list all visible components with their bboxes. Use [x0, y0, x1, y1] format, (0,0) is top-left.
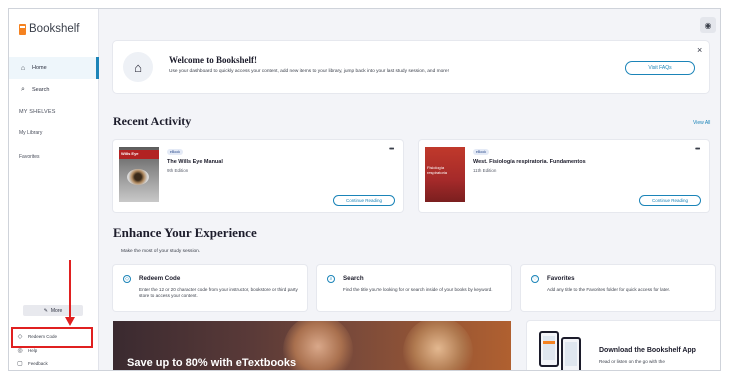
search-icon: ⌕	[327, 275, 335, 283]
more-options-icon[interactable]: •••	[695, 146, 700, 153]
sidebar-item-help[interactable]: ◎ Help	[17, 347, 37, 354]
feature-card-redeem-code[interactable]: ◇ Redeem Code Enter the 12 or 20 charact…	[113, 265, 307, 311]
book-card[interactable]: Fisiología respiratoria eBook West. Fisi…	[419, 140, 709, 212]
my-shelves-header: MY SHELVES	[19, 109, 56, 115]
app-download-card[interactable]: Download the Bookshelf App Read or liste…	[527, 321, 720, 370]
sidebar-item-label: Home	[32, 65, 47, 71]
continue-reading-button[interactable]: Continue Reading	[333, 195, 395, 206]
tag-icon: ◇	[123, 275, 131, 283]
book-cover: Fisiología respiratoria	[425, 147, 465, 202]
home-icon: ⌂	[20, 64, 26, 72]
annotation-arrow-shaft	[69, 260, 71, 320]
feature-title: Search	[343, 275, 364, 282]
sidebar: Bookshelf ⌂ Home ⌕ Search MY SHELVES My …	[9, 9, 99, 370]
book-cover: Wills Eye	[119, 147, 159, 202]
feature-card-favorites[interactable]: ♡ Favorites Add any title to the Favorit…	[521, 265, 715, 311]
app-download-text: Read or listen on the go with the	[599, 359, 665, 364]
phone-icon	[539, 331, 559, 367]
feature-title: Redeem Code	[139, 275, 181, 282]
logo-text: Bookshelf	[29, 23, 80, 35]
account-button[interactable]: ◉	[700, 17, 716, 33]
app-window: Bookshelf ⌂ Home ⌕ Search MY SHELVES My …	[8, 8, 721, 371]
feature-text: Add any title to the Favorites folder fo…	[547, 287, 671, 292]
redeem-code-highlight	[11, 327, 93, 348]
book-title: West. Fisiología respiratoria. Fundament…	[473, 159, 586, 165]
view-all-link[interactable]: View All	[693, 120, 710, 126]
sidebar-item-my-library[interactable]: My Library	[19, 130, 42, 136]
feedback-icon: ▢	[17, 361, 23, 367]
app-logo[interactable]: Bookshelf	[19, 23, 80, 35]
format-badge: eBook	[167, 149, 183, 155]
sidebar-item-favorites[interactable]: Favorites	[19, 154, 40, 160]
sidebar-item-feedback[interactable]: ▢ Feedback	[17, 360, 48, 367]
welcome-text: Use your dashboard to quickly access you…	[169, 69, 449, 74]
sidebar-item-label: Search	[32, 87, 50, 93]
etextbooks-promo-banner[interactable]: Save up to 80% with eTextbooks	[113, 321, 511, 370]
recent-activity-title: Recent Activity	[113, 114, 192, 128]
heart-icon: ♡	[531, 275, 539, 283]
pin-icon: ✎	[43, 307, 48, 314]
home-icon: ⌂	[123, 52, 153, 82]
account-icon: ◉	[704, 20, 712, 30]
more-button[interactable]: ✎ More	[23, 305, 83, 316]
feature-text: Find the title you're looking for or sea…	[343, 287, 493, 292]
visit-faqs-button[interactable]: Visit FAQs	[625, 61, 695, 75]
welcome-banner: ⌂ Welcome to Bookshelf! Use your dashboa…	[113, 41, 709, 93]
search-icon: ⌕	[21, 86, 25, 93]
book-card[interactable]: Wills Eye eBook The Wills Eye Manual 9th…	[113, 140, 403, 212]
book-title: The Wills Eye Manual	[167, 159, 223, 165]
feature-card-search[interactable]: ⌕ Search Find the title you're looking f…	[317, 265, 511, 311]
enhance-title: Enhance Your Experience	[113, 225, 257, 240]
book-edition: 11th Edition	[473, 168, 497, 173]
more-options-icon[interactable]: •••	[389, 146, 394, 153]
enhance-subtitle: Make the most of your study session.	[121, 249, 201, 254]
feature-title: Favorites	[547, 275, 575, 282]
sidebar-item-search[interactable]: ⌕ Search	[9, 79, 99, 101]
phone-icon	[561, 337, 581, 370]
sidebar-item-home[interactable]: ⌂ Home	[9, 57, 99, 79]
help-icon: ◎	[17, 348, 23, 354]
bookshelf-logo-icon	[19, 23, 26, 35]
close-icon[interactable]: ×	[697, 45, 702, 55]
promo-text: Save up to 80% with eTextbooks	[127, 357, 297, 369]
continue-reading-button[interactable]: Continue Reading	[639, 195, 701, 206]
app-download-title: Download the Bookshelf App	[599, 347, 696, 354]
annotation-arrow-down-icon	[65, 317, 75, 326]
welcome-title: Welcome to Bookshelf!	[169, 55, 257, 65]
book-edition: 9th Edition	[167, 168, 189, 173]
feature-text: Enter the 12 or 20 character code from y…	[139, 287, 298, 298]
format-badge: eBook	[473, 149, 489, 155]
